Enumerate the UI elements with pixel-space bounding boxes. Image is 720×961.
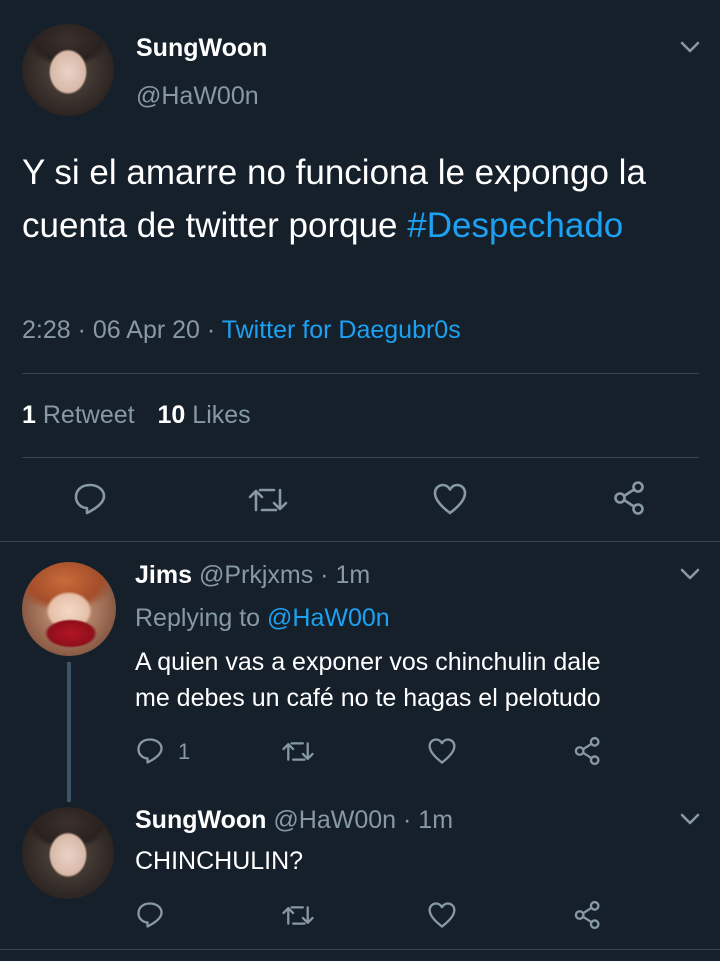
engagement-stats: 1 Retweet 10 Likes xyxy=(22,401,251,430)
tweet-date: 06 Apr 20 xyxy=(92,316,200,344)
like-icon[interactable] xyxy=(432,482,468,516)
timestamp: 1m xyxy=(335,561,371,589)
separator: · xyxy=(403,806,412,834)
share-icon[interactable] xyxy=(573,900,603,930)
reply-text: A quien vas a exponer vos chinchulin dal… xyxy=(135,644,601,716)
reply-header: SungWoon @HaW00n · 1m xyxy=(135,806,453,835)
display-name[interactable]: SungWoon xyxy=(135,806,266,834)
divider xyxy=(0,541,720,542)
like-stat[interactable]: 10 Likes xyxy=(158,401,251,429)
mention-link[interactable]: @HaW00n xyxy=(267,604,390,632)
like-count: 10 xyxy=(157,401,186,429)
reply-icon[interactable] xyxy=(72,482,108,516)
display-name[interactable]: Jims xyxy=(135,561,192,589)
tweet-text: Y si el amarre no funciona le expongo la… xyxy=(22,146,702,252)
avatar[interactable] xyxy=(22,562,116,656)
thread-line xyxy=(67,662,71,802)
reply-text-line: me debes un café no te hagas el pelotudo xyxy=(135,684,601,712)
tweet-meta: 2:28 · 06 Apr 20 · Twitter for Daegubr0s xyxy=(22,316,461,345)
divider xyxy=(22,457,699,458)
tweet-time: 2:28 xyxy=(22,316,71,344)
retweet-icon[interactable] xyxy=(281,904,315,927)
separator: · xyxy=(206,316,216,344)
chevron-down-icon[interactable] xyxy=(679,567,701,581)
retweet-stat[interactable]: 1 Retweet xyxy=(22,401,142,429)
user-handle[interactable]: @HaW00n xyxy=(273,806,396,834)
chevron-down-icon[interactable] xyxy=(679,812,701,826)
divider xyxy=(0,949,720,950)
display-name[interactable]: SungWoon xyxy=(136,34,267,63)
replying-label: Replying to xyxy=(135,604,261,632)
share-icon[interactable] xyxy=(573,736,603,766)
replying-to: Replying to @HaW00n xyxy=(135,604,390,633)
user-handle[interactable]: @Prkjxms xyxy=(199,561,313,589)
user-handle[interactable]: @HaW00n xyxy=(136,82,259,111)
retweet-icon[interactable] xyxy=(281,740,315,763)
like-icon[interactable] xyxy=(427,901,457,929)
retweet-icon[interactable] xyxy=(247,486,289,514)
retweet-count: 1 xyxy=(22,401,36,429)
share-icon[interactable] xyxy=(612,480,648,516)
reply-header: Jims @Prkjxms · 1m xyxy=(135,561,370,590)
reply-count: 1 xyxy=(178,739,191,764)
reply-icon[interactable] xyxy=(135,901,165,929)
retweet-label: Retweet xyxy=(42,401,135,429)
avatar[interactable] xyxy=(22,807,114,899)
like-icon[interactable] xyxy=(427,737,457,765)
timestamp: 1m xyxy=(418,806,454,834)
divider xyxy=(22,373,699,374)
separator: · xyxy=(320,561,329,589)
chevron-down-icon[interactable] xyxy=(679,40,701,54)
like-label: Likes xyxy=(192,401,251,429)
avatar[interactable] xyxy=(22,24,114,116)
reply-icon[interactable] xyxy=(135,737,165,765)
hashtag-link[interactable]: #Despechado xyxy=(407,206,623,245)
separator: · xyxy=(77,316,86,344)
tweet-source-link[interactable]: Twitter for Daegubr0s xyxy=(222,316,461,344)
reply-text-line: A quien vas a exponer vos chinchulin dal… xyxy=(135,648,601,676)
reply-text: CHINCHULIN? xyxy=(135,847,304,875)
